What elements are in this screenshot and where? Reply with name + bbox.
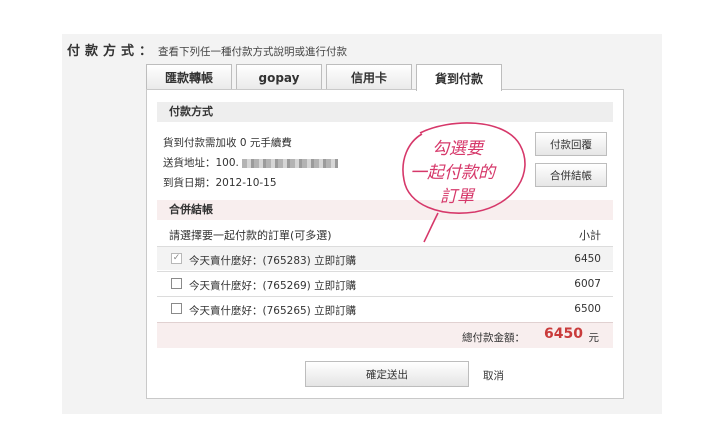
orders-table-header: 請選擇要一起付款的訂單(可多選) 小計	[157, 222, 613, 244]
total-label: 總付款金額：	[462, 332, 525, 344]
total-currency-unit: 元	[588, 332, 600, 344]
page-description: 查看下列任一種付款方式說明或進行付款	[158, 46, 348, 58]
tab-cash-on-delivery[interactable]: 貨到付款	[416, 64, 502, 91]
order-amount: 6500	[574, 303, 601, 315]
tab-gopay[interactable]: gopay	[236, 64, 322, 90]
column-select-orders: 請選擇要一起付款的訂單(可多選)	[169, 229, 332, 242]
page-title: 付款方式	[67, 44, 140, 59]
redacted-address	[242, 158, 339, 168]
order-amount: 6450	[574, 253, 601, 265]
order-name[interactable]: 今天賣什麼好：(765283) 立即訂購	[189, 253, 356, 268]
payment-method-tabs: 匯款轉帳 gopay 信用卡 貨到付款	[146, 64, 506, 91]
cancel-link[interactable]: 取消	[483, 368, 504, 383]
order-row: 今天賣什麼好：(765269) 立即訂購 6007	[157, 271, 613, 295]
delivery-date: 到貨日期：2012-10-15	[163, 177, 277, 189]
total-payment-bar: 總付款金額： 6450 元	[157, 322, 613, 348]
tab-bank-transfer[interactable]: 匯款轉帳	[146, 64, 232, 90]
order-row: ✓ 今天賣什麼好：(765283) 立即訂購 6450	[157, 246, 613, 270]
address-label: 送貨地址：100.	[163, 157, 239, 169]
title-colon: ：	[139, 44, 153, 59]
tab-credit-card[interactable]: 信用卡	[326, 64, 412, 90]
order-checkbox[interactable]	[171, 278, 182, 289]
order-amount: 6007	[574, 278, 601, 290]
merge-section-title: 合併結帳	[157, 200, 613, 220]
order-checkbox[interactable]	[171, 303, 182, 314]
merge-checkout-button[interactable]: 合併結帳	[535, 163, 607, 187]
delivery-address: 送貨地址：100.	[163, 155, 339, 170]
order-name[interactable]: 今天賣什麼好：(765269) 立即訂購	[189, 278, 356, 293]
payment-reply-button[interactable]: 付款回覆	[535, 132, 607, 156]
order-name[interactable]: 今天賣什麼好：(765265) 立即訂購	[189, 303, 356, 318]
payment-header: 付款方式 ： 查看下列任一種付款方式說明或進行付款	[67, 40, 347, 59]
fee-info: 貨到付款需加收 0 元手續費	[163, 137, 292, 149]
confirm-submit-button[interactable]: 確定送出	[305, 361, 469, 387]
total-amount: 6450	[544, 326, 583, 342]
cash-on-delivery-panel: 付款方式 貨到付款需加收 0 元手續費 送貨地址：100. 到貨日期：2012-…	[146, 89, 624, 399]
column-subtotal: 小計	[579, 229, 601, 242]
payment-section-title: 付款方式	[157, 102, 613, 122]
order-checkbox-checked: ✓	[171, 253, 182, 264]
order-row: 今天賣什麼好：(765265) 立即訂購 6500	[157, 296, 613, 320]
